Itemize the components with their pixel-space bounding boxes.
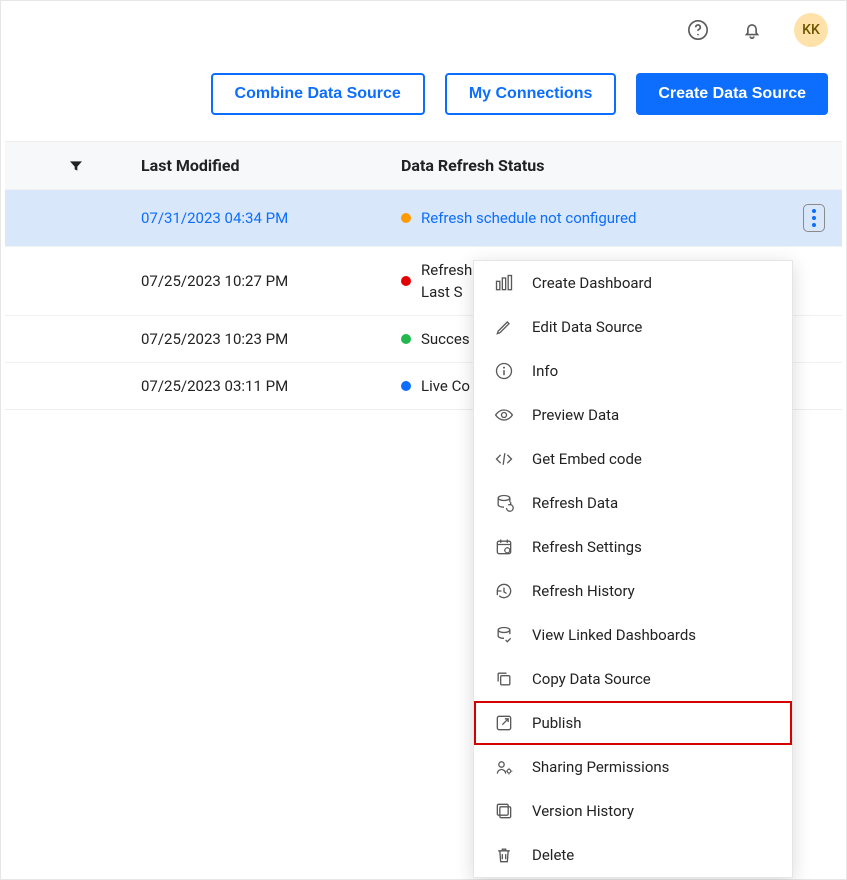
cell-refresh-status: Refresh schedule not configured: [401, 209, 792, 227]
menu-item-label: View Linked Dashboards: [532, 626, 696, 644]
cell-actions: [792, 204, 836, 232]
menu-item-label: Info: [532, 362, 558, 380]
col-refresh-status[interactable]: Data Refresh Status: [401, 156, 836, 175]
cell-last-modified: 07/31/2023 04:34 PM: [141, 209, 401, 227]
menu-item-refresh-settings[interactable]: Refresh Settings: [474, 525, 792, 569]
menu-item-view-linked-dashboards[interactable]: View Linked Dashboards: [474, 613, 792, 657]
status-dot-icon: [401, 213, 411, 223]
filter-icon[interactable]: [68, 158, 84, 174]
combine-data-source-button[interactable]: Combine Data Source: [211, 73, 425, 115]
menu-item-label: Preview Data: [532, 406, 619, 424]
menu-item-delete[interactable]: Delete: [474, 833, 792, 877]
publish-icon: [494, 713, 514, 733]
delete-icon: [494, 845, 514, 865]
menu-item-label: Refresh Data: [532, 494, 618, 512]
row-actions-menu-button[interactable]: [803, 204, 825, 232]
bell-icon[interactable]: [740, 18, 764, 42]
cell-last-modified: 07/25/2023 03:11 PM: [141, 377, 401, 395]
cell-last-modified: 07/25/2023 10:27 PM: [141, 272, 401, 290]
status-text[interactable]: Refresh schedule not configured: [421, 209, 636, 227]
linked-icon: [494, 625, 514, 645]
edit-icon: [494, 317, 514, 337]
menu-item-label: Refresh History: [532, 582, 635, 600]
version-icon: [494, 801, 514, 821]
row-context-menu: Create Dashboard Edit Data Source Info Prev…: [473, 260, 793, 878]
menu-item-label: Edit Data Source: [532, 318, 642, 336]
menu-item-label: Publish: [532, 714, 581, 732]
menu-item-label: Refresh Settings: [532, 538, 642, 556]
info-icon: [494, 361, 514, 381]
menu-item-label: Create Dashboard: [532, 274, 652, 292]
status-text-line2: Last S: [421, 283, 472, 301]
menu-item-version-history[interactable]: Version History: [474, 789, 792, 833]
help-icon[interactable]: [686, 18, 710, 42]
table-header: Last Modified Data Refresh Status: [5, 142, 842, 189]
refresh-data-icon: [494, 493, 514, 513]
code-icon: [494, 449, 514, 469]
status-text: Refresh: [421, 261, 472, 279]
cell-last-modified: 07/25/2023 10:23 PM: [141, 330, 401, 348]
create-data-source-button[interactable]: Create Data Source: [636, 73, 828, 115]
menu-item-label: Version History: [532, 802, 634, 820]
status-dot-icon: [401, 381, 411, 391]
menu-item-info[interactable]: Info: [474, 349, 792, 393]
preview-icon: [494, 405, 514, 425]
refresh-settings-icon: [494, 537, 514, 557]
menu-item-publish[interactable]: Publish: [474, 701, 792, 745]
dashboard-icon: [494, 273, 514, 293]
avatar[interactable]: KK: [794, 13, 828, 47]
menu-item-copy-data-source[interactable]: Copy Data Source: [474, 657, 792, 701]
menu-item-create-dashboard[interactable]: Create Dashboard: [474, 261, 792, 305]
action-row: Combine Data Source My Connections Creat…: [1, 55, 846, 141]
my-connections-button[interactable]: My Connections: [445, 73, 617, 115]
menu-item-get-embed-code[interactable]: Get Embed code: [474, 437, 792, 481]
status-dot-icon: [401, 334, 411, 344]
menu-item-label: Get Embed code: [532, 450, 642, 468]
copy-icon: [494, 669, 514, 689]
table-row[interactable]: 07/31/2023 04:34 PM Refresh schedule not …: [5, 189, 842, 246]
status-text: Live Co: [421, 377, 470, 395]
menu-item-refresh-history[interactable]: Refresh History: [474, 569, 792, 613]
menu-item-label: Delete: [532, 846, 574, 864]
top-bar: KK: [1, 1, 846, 55]
col-last-modified[interactable]: Last Modified: [141, 156, 401, 175]
menu-item-label: Sharing Permissions: [532, 758, 669, 776]
menu-item-preview-data[interactable]: Preview Data: [474, 393, 792, 437]
status-dot-icon: [401, 276, 411, 286]
status-text: Succes: [421, 330, 470, 348]
menu-item-edit-data-source[interactable]: Edit Data Source: [474, 305, 792, 349]
history-icon: [494, 581, 514, 601]
share-icon: [494, 757, 514, 777]
menu-item-refresh-data[interactable]: Refresh Data: [474, 481, 792, 525]
menu-item-sharing-permissions[interactable]: Sharing Permissions: [474, 745, 792, 789]
menu-item-label: Copy Data Source: [532, 670, 651, 688]
